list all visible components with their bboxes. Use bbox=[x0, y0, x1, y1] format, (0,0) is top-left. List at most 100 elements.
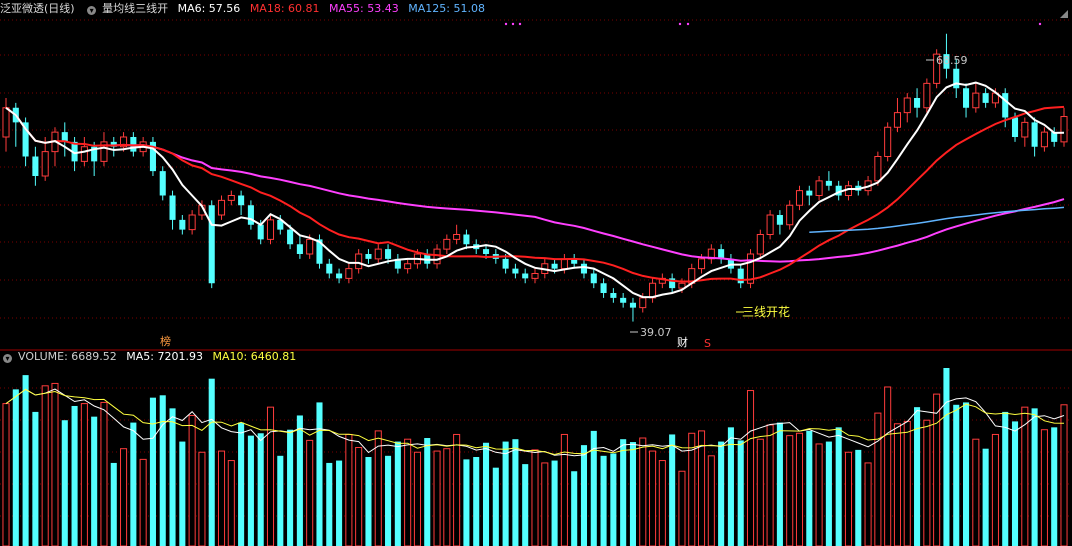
candle-body bbox=[600, 283, 607, 293]
volume-bar bbox=[600, 455, 607, 546]
volume-bar bbox=[737, 440, 744, 546]
volume-bar bbox=[864, 462, 872, 546]
signal-dot bbox=[511, 22, 515, 26]
volume-bar bbox=[943, 368, 950, 546]
candle-body bbox=[522, 273, 529, 279]
volume-bar bbox=[336, 460, 343, 546]
volume-bar bbox=[287, 429, 294, 546]
volume-bar bbox=[610, 453, 617, 546]
volume-bar bbox=[1011, 421, 1019, 546]
ma55-line bbox=[103, 143, 1065, 263]
signal-label: 三线开花 bbox=[742, 304, 790, 319]
volume-bar bbox=[149, 397, 156, 546]
volume-bar bbox=[266, 406, 275, 546]
corner-button-icon[interactable] bbox=[1060, 10, 1068, 18]
volume-bar bbox=[678, 470, 686, 546]
candle-body bbox=[629, 302, 636, 308]
volume-bar bbox=[844, 451, 853, 546]
volume-bar bbox=[551, 460, 558, 546]
candle-body bbox=[756, 234, 764, 255]
volume-bar bbox=[169, 408, 176, 546]
candle-body bbox=[1002, 93, 1009, 118]
candle-body bbox=[2, 107, 10, 138]
candle-body bbox=[159, 171, 166, 196]
volume-bar bbox=[61, 420, 68, 546]
candle-body bbox=[914, 98, 921, 108]
volume-bar bbox=[227, 460, 235, 546]
volume-bar bbox=[991, 433, 999, 546]
volume-bar bbox=[277, 455, 284, 546]
candle-body bbox=[463, 234, 470, 245]
volume-bar bbox=[198, 451, 206, 546]
candle-body bbox=[1011, 117, 1019, 137]
candle-body bbox=[365, 254, 372, 259]
volume-bar bbox=[571, 471, 578, 546]
volume-bar bbox=[404, 438, 412, 546]
candle-body bbox=[502, 258, 509, 269]
candle-body bbox=[551, 263, 558, 269]
volume-bar bbox=[953, 404, 960, 546]
candle-body bbox=[208, 205, 215, 284]
candle-body bbox=[620, 297, 627, 303]
volume-bar bbox=[355, 447, 363, 546]
volume-bar bbox=[903, 420, 911, 546]
candle-body bbox=[326, 263, 333, 274]
candle-body bbox=[982, 93, 989, 103]
volume-bar bbox=[874, 412, 882, 546]
marker-bang: 榜 bbox=[160, 334, 171, 348]
volume-bar bbox=[972, 438, 980, 546]
volume-bar bbox=[541, 462, 549, 546]
volume-bar bbox=[120, 448, 128, 546]
candle-body bbox=[531, 273, 539, 279]
candle-body bbox=[179, 219, 186, 230]
volume-bar bbox=[100, 401, 108, 546]
candle-body bbox=[776, 215, 783, 225]
candle-body bbox=[345, 268, 353, 279]
candle-body bbox=[893, 112, 901, 128]
volume-bar bbox=[247, 435, 254, 546]
candle-body bbox=[217, 199, 226, 216]
volume-bar bbox=[982, 448, 989, 546]
price-candles bbox=[2, 33, 1068, 322]
volume-bar bbox=[463, 459, 470, 546]
candle-body bbox=[374, 248, 382, 260]
volume-bar bbox=[933, 393, 941, 546]
marker-cai: 财 bbox=[677, 335, 688, 349]
volume-bar bbox=[473, 457, 480, 546]
volume-bar bbox=[424, 438, 431, 546]
volume-bar bbox=[51, 382, 59, 546]
volume-bar bbox=[1021, 406, 1029, 546]
volume-bar bbox=[385, 455, 392, 546]
candle-body bbox=[188, 214, 196, 231]
marker-s: S bbox=[704, 337, 711, 350]
candle-body bbox=[443, 238, 451, 250]
volume-bar bbox=[649, 450, 657, 546]
signal-dot bbox=[686, 22, 690, 26]
candle-body bbox=[1021, 121, 1029, 138]
volume-bar bbox=[1051, 427, 1058, 546]
volume-bar bbox=[963, 402, 970, 546]
volume-bar bbox=[345, 433, 353, 546]
candle-body bbox=[1060, 116, 1068, 143]
volume-bar bbox=[394, 441, 401, 546]
candle-body bbox=[590, 273, 597, 284]
volume-bar bbox=[443, 448, 451, 546]
volume-bar bbox=[71, 405, 78, 546]
volume-bar bbox=[374, 430, 382, 546]
volume-bar bbox=[707, 455, 715, 546]
candle-body bbox=[786, 204, 794, 226]
candle-body bbox=[923, 82, 931, 109]
candle-body bbox=[795, 190, 804, 206]
stock-chart[interactable]: 68.59 39.07 三线开花 榜 财 S bbox=[0, 0, 1072, 546]
ma125-line bbox=[809, 206, 1065, 234]
volume-bar bbox=[91, 416, 98, 546]
candle-body bbox=[287, 229, 294, 245]
volume-bar bbox=[12, 389, 19, 546]
candle-body bbox=[385, 249, 392, 259]
volume-bar bbox=[629, 442, 636, 546]
candle-body bbox=[257, 224, 264, 240]
volume-bar bbox=[179, 441, 186, 546]
volume-bar bbox=[795, 432, 804, 546]
candle-body bbox=[766, 214, 774, 235]
volume-bar bbox=[512, 439, 519, 546]
